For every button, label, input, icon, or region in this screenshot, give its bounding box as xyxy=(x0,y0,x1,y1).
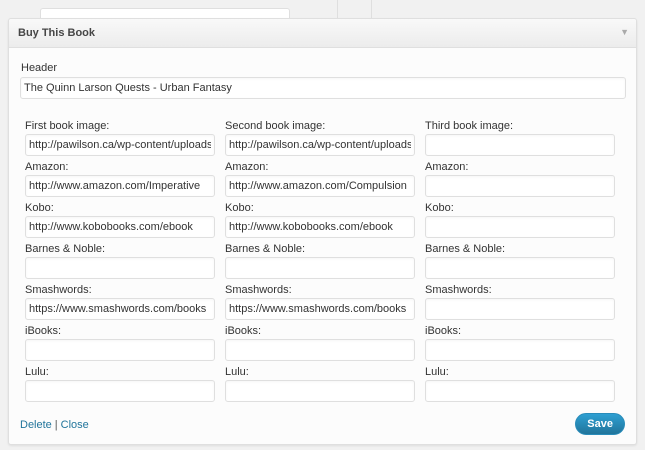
header-label: Header xyxy=(21,62,58,74)
book-2-smashwords-input[interactable] xyxy=(225,298,415,320)
field-row: Amazon: xyxy=(25,161,215,202)
field-row: First book image: xyxy=(25,120,215,161)
field-row: Second book image: xyxy=(225,120,415,161)
field-row: Barnes & Noble: xyxy=(425,243,615,284)
field-row: Smashwords: xyxy=(225,284,415,325)
field-row: Third book image: xyxy=(425,120,615,161)
book-2-image-input[interactable] xyxy=(225,134,415,156)
widget-header[interactable]: Buy This Book ▼ xyxy=(9,19,636,48)
book-2-ibooks-input[interactable] xyxy=(225,339,415,361)
field-row: Barnes & Noble: xyxy=(25,243,215,284)
book-3-image-label: Third book image: xyxy=(425,120,514,132)
background-divider xyxy=(371,0,372,18)
book-2-smashwords-label: Smashwords: xyxy=(225,284,292,296)
book-2-column: Second book image: Amazon: Kobo: Barnes & N… xyxy=(225,120,415,407)
book-3-lulu-label: Lulu: xyxy=(425,366,449,378)
book-3-column: Third book image: Amazon: Kobo: Barnes & No… xyxy=(425,120,615,407)
field-row: iBooks: xyxy=(25,325,215,366)
book-3-image-input[interactable] xyxy=(425,134,615,156)
field-row: Barnes & Noble: xyxy=(225,243,415,284)
book-1-amazon-input[interactable] xyxy=(25,175,215,197)
book-3-amazon-input[interactable] xyxy=(425,175,615,197)
book-1-smashwords-input[interactable] xyxy=(25,298,215,320)
background-divider xyxy=(337,0,338,18)
book-2-amazon-label: Amazon: xyxy=(225,161,269,173)
book-1-column: First book image: Amazon: Kobo: Barnes & No… xyxy=(25,120,215,407)
field-row: Kobo: xyxy=(425,202,615,243)
widget-title: Buy This Book xyxy=(18,27,96,39)
header-input[interactable] xyxy=(20,77,626,99)
book-1-kobo-label: Kobo: xyxy=(25,202,54,214)
field-row: Lulu: xyxy=(225,366,415,407)
book-1-barnes-noble-input[interactable] xyxy=(25,257,215,279)
field-row: Amazon: xyxy=(425,161,615,202)
book-1-smashwords-label: Smashwords: xyxy=(25,284,92,296)
book-2-lulu-input[interactable] xyxy=(225,380,415,402)
field-row: iBooks: xyxy=(425,325,615,366)
book-1-ibooks-input[interactable] xyxy=(25,339,215,361)
book-1-barnes-noble-label: Barnes & Noble: xyxy=(25,243,106,255)
triangle-down-icon[interactable]: ▼ xyxy=(620,27,629,37)
book-3-ibooks-input[interactable] xyxy=(425,339,615,361)
book-2-lulu-label: Lulu: xyxy=(225,366,249,378)
field-row: Smashwords: xyxy=(425,284,615,325)
buy-this-book-widget: Buy This Book ▼ Header First book image:… xyxy=(8,18,637,445)
book-1-lulu-label: Lulu: xyxy=(25,366,49,378)
book-1-kobo-input[interactable] xyxy=(25,216,215,238)
field-row: iBooks: xyxy=(225,325,415,366)
book-3-barnes-noble-label: Barnes & Noble: xyxy=(425,243,506,255)
book-2-image-label: Second book image: xyxy=(225,120,326,132)
field-row: Kobo: xyxy=(225,202,415,243)
book-3-kobo-input[interactable] xyxy=(425,216,615,238)
field-row: Kobo: xyxy=(25,202,215,243)
link-separator: | xyxy=(54,419,58,431)
book-3-kobo-label: Kobo: xyxy=(425,202,454,214)
book-2-barnes-noble-input[interactable] xyxy=(225,257,415,279)
book-3-amazon-label: Amazon: xyxy=(425,161,469,173)
delete-link[interactable]: Delete xyxy=(20,419,52,431)
book-2-ibooks-label: iBooks: xyxy=(225,325,262,337)
save-button[interactable]: Save xyxy=(575,413,625,435)
book-3-lulu-input[interactable] xyxy=(425,380,615,402)
book-1-amazon-label: Amazon: xyxy=(25,161,69,173)
field-row: Lulu: xyxy=(25,366,215,407)
close-link[interactable]: Close xyxy=(61,419,89,431)
book-2-amazon-input[interactable] xyxy=(225,175,415,197)
book-2-kobo-input[interactable] xyxy=(225,216,415,238)
book-2-barnes-noble-label: Barnes & Noble: xyxy=(225,243,306,255)
book-1-lulu-input[interactable] xyxy=(25,380,215,402)
book-3-barnes-noble-input[interactable] xyxy=(425,257,615,279)
footer-links: Delete | Close xyxy=(20,419,89,431)
field-row: Smashwords: xyxy=(25,284,215,325)
field-row: Amazon: xyxy=(225,161,415,202)
book-2-kobo-label: Kobo: xyxy=(225,202,254,214)
book-3-ibooks-label: iBooks: xyxy=(425,325,462,337)
book-1-ibooks-label: iBooks: xyxy=(25,325,62,337)
field-row: Lulu: xyxy=(425,366,615,407)
book-1-image-label: First book image: xyxy=(25,120,110,132)
book-3-smashwords-input[interactable] xyxy=(425,298,615,320)
book-3-smashwords-label: Smashwords: xyxy=(425,284,492,296)
book-1-image-input[interactable] xyxy=(25,134,215,156)
